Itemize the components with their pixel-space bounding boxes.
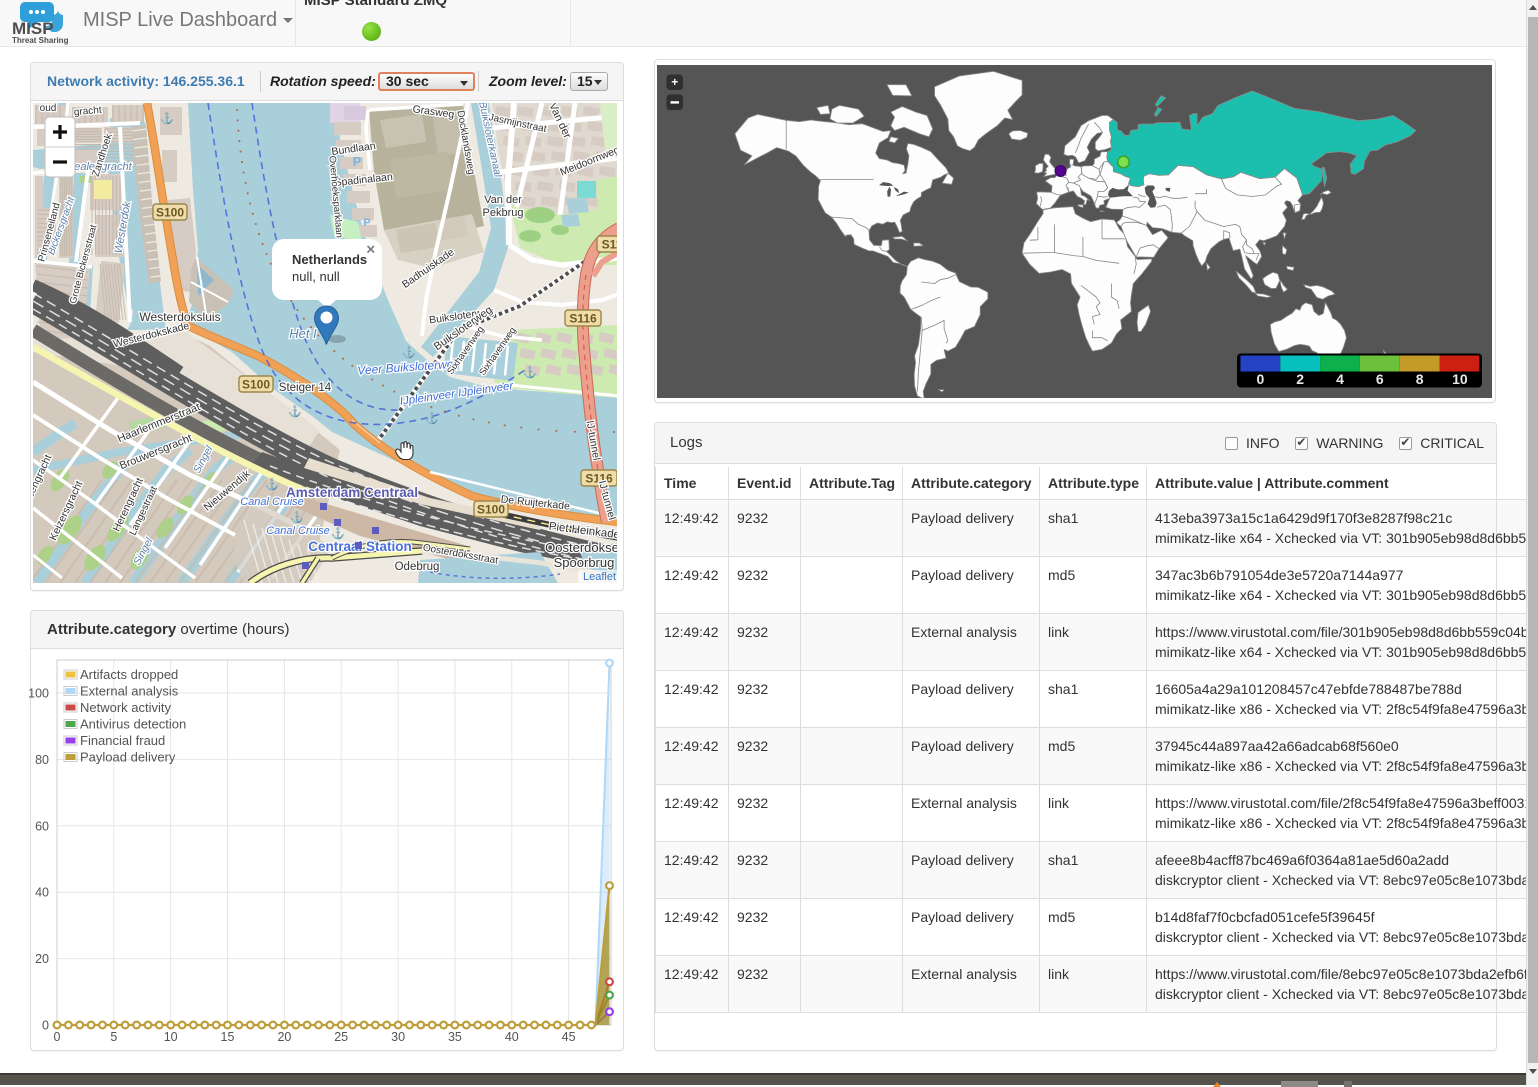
svg-text:Van der: Van der [484, 194, 522, 206]
svg-text:5: 5 [110, 1030, 117, 1044]
svg-text:Threat Sharing: Threat Sharing [12, 36, 69, 45]
svg-text:10: 10 [164, 1030, 178, 1044]
svg-text:Spoorbrug: Spoorbrug [554, 555, 615, 570]
svg-text:Canal Cruise: Canal Cruise [240, 496, 304, 508]
svg-text:Antivirus detection: Antivirus detection [80, 717, 186, 732]
svg-text:35: 35 [448, 1030, 462, 1044]
svg-text:15: 15 [221, 1030, 235, 1044]
svg-text:S100: S100 [242, 378, 270, 392]
svg-text:8: 8 [1416, 371, 1424, 387]
svg-text:Amsterdam Centraal: Amsterdam Centraal [286, 485, 418, 500]
svg-text:⚓: ⚓ [425, 412, 439, 425]
svg-text:20: 20 [35, 952, 49, 966]
svg-text:⚓: ⚓ [523, 366, 537, 379]
svg-text:Odebrug: Odebrug [395, 561, 440, 573]
svg-text:45: 45 [562, 1030, 576, 1044]
svg-text:P: P [363, 217, 370, 229]
svg-text:⚓: ⚓ [288, 405, 302, 418]
svg-text:⚓: ⚓ [331, 527, 345, 540]
svg-text:⚓: ⚓ [402, 346, 416, 359]
svg-text:4: 4 [1336, 371, 1344, 387]
svg-text:+: + [671, 75, 678, 89]
svg-text:40: 40 [35, 886, 49, 900]
svg-text:Pekbrug: Pekbrug [483, 207, 524, 219]
svg-text:Financial fraud: Financial fraud [80, 733, 165, 748]
svg-text:25: 25 [334, 1030, 348, 1044]
svg-text:P: P [353, 154, 362, 169]
svg-text:Network activity: Network activity [80, 700, 172, 715]
svg-text:0: 0 [42, 1019, 49, 1033]
svg-text:Oosterdokse: Oosterdokse [545, 540, 617, 555]
svg-text:30: 30 [391, 1030, 405, 1044]
svg-text:100: 100 [28, 687, 49, 701]
svg-text:80: 80 [35, 753, 49, 767]
svg-text:Netherlands: Netherlands [292, 252, 367, 267]
svg-text:Artifacts dropped: Artifacts dropped [80, 667, 178, 682]
svg-text:2: 2 [1296, 371, 1304, 387]
svg-text:Leaflet: Leaflet [583, 571, 616, 583]
svg-text:0: 0 [1257, 371, 1265, 387]
svg-text:60: 60 [35, 819, 49, 833]
svg-text:Steiger 14: Steiger 14 [279, 382, 332, 394]
svg-text:S11: S11 [602, 238, 617, 252]
svg-text:10: 10 [1452, 371, 1468, 387]
svg-text:20: 20 [277, 1030, 291, 1044]
svg-text:Payload delivery: Payload delivery [80, 750, 176, 765]
svg-text:null, null: null, null [292, 269, 340, 284]
svg-text:6: 6 [1376, 371, 1384, 387]
svg-text:External analysis: External analysis [80, 684, 179, 699]
svg-text:S100: S100 [156, 206, 184, 220]
svg-text:S116: S116 [569, 312, 597, 326]
svg-text:⚓: ⚓ [290, 511, 304, 524]
svg-text:0: 0 [54, 1030, 61, 1044]
svg-text:oud: oud [40, 103, 57, 114]
svg-text:⚓: ⚓ [265, 478, 279, 491]
svg-text:Het I: Het I [289, 326, 317, 341]
svg-text:40: 40 [505, 1030, 519, 1044]
svg-text:⚓: ⚓ [160, 112, 174, 125]
svg-text:Canal Cruise: Canal Cruise [266, 525, 330, 537]
